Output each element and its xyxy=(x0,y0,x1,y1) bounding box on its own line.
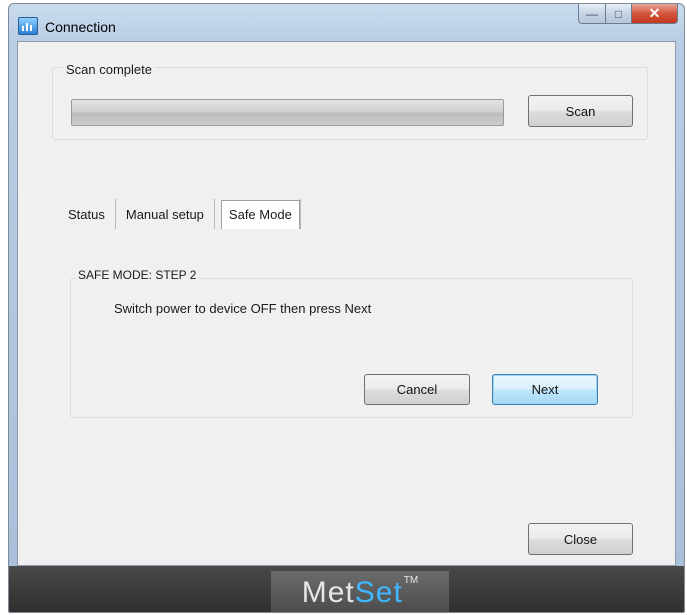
window-title: Connection xyxy=(45,19,116,35)
client-area: Scan complete Scan Status Manual setup S… xyxy=(17,41,676,566)
tab-divider xyxy=(299,199,301,229)
maximize-button[interactable]: □ xyxy=(606,4,632,24)
cancel-button[interactable]: Cancel xyxy=(364,374,470,405)
scan-status-label: Scan complete xyxy=(63,62,155,77)
safe-mode-step-label: SAFE MODE: STEP 2 xyxy=(75,268,200,282)
minimize-button[interactable]: — xyxy=(578,4,606,24)
tab-status[interactable]: Status xyxy=(58,199,115,229)
title-bar[interactable]: Connection — □ ✕ xyxy=(9,4,684,42)
connection-window: Connection — □ ✕ Scan complete Scan Stat… xyxy=(8,3,685,613)
close-button[interactable]: Close xyxy=(528,523,633,555)
app-icon xyxy=(18,17,38,35)
scan-progress-bar xyxy=(71,99,504,126)
logo-text-met: Met xyxy=(301,575,355,609)
scan-progress-fill xyxy=(72,100,503,125)
tab-strip: Status Manual setup Safe Mode xyxy=(58,197,301,231)
safe-mode-instruction: Switch power to device OFF then press Ne… xyxy=(114,301,372,316)
scan-button[interactable]: Scan xyxy=(528,95,633,127)
trademark-mark: TM xyxy=(403,575,419,586)
logo-text-set: Set xyxy=(354,575,403,609)
footer-bar: Met Set TM xyxy=(9,566,684,612)
close-window-button[interactable]: ✕ xyxy=(632,4,678,24)
tab-safe-mode[interactable]: Safe Mode xyxy=(220,199,300,229)
tab-manual-setup[interactable]: Manual setup xyxy=(116,199,214,229)
window-controls: — □ ✕ xyxy=(578,4,678,26)
next-button[interactable]: Next xyxy=(492,374,598,405)
tab-divider xyxy=(213,199,215,229)
metset-logo: Met Set TM xyxy=(271,571,449,612)
